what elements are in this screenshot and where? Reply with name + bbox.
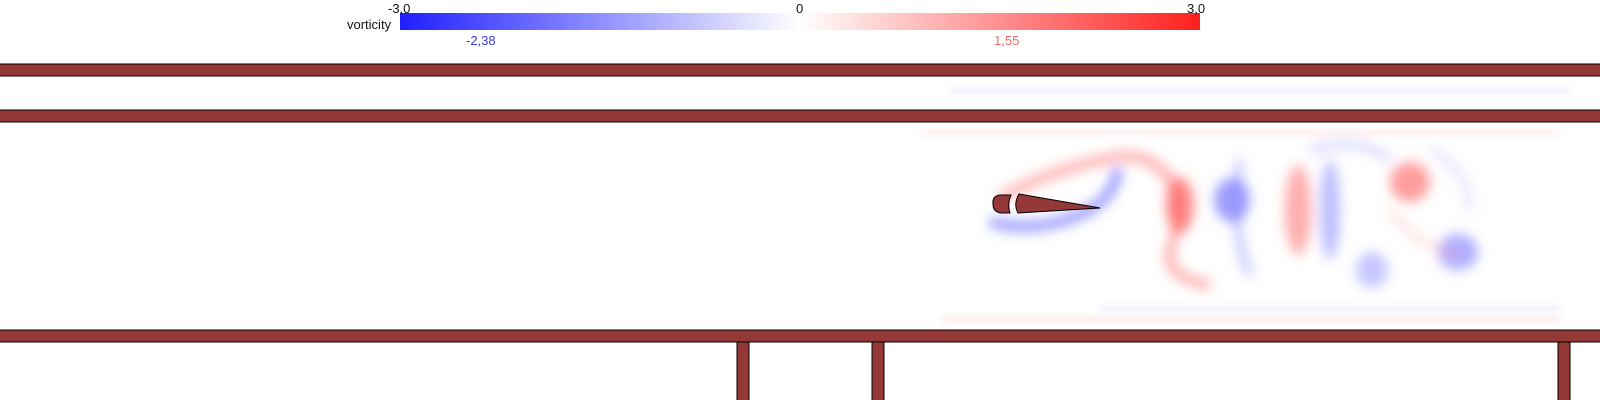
bottom-wall xyxy=(0,329,1600,343)
colorbar-mid-label: 0 xyxy=(796,1,804,16)
foil-leading-edge xyxy=(992,194,1012,214)
support-post-2 xyxy=(871,341,885,400)
vorticity-max-readout: 1,55 xyxy=(994,33,1020,48)
colorbar-max-label: 3,0 xyxy=(1187,1,1206,16)
vorticity-field-canvas[interactable] xyxy=(0,0,1600,400)
colorbar-title: vorticity xyxy=(347,17,392,32)
vorticity-min-readout: -2,38 xyxy=(466,33,496,48)
vortex-wake xyxy=(988,140,1478,290)
support-post-1 xyxy=(736,341,750,400)
simulation-viewport[interactable]: -3,0 0 3,0 vorticity -2,38 1,55 xyxy=(0,0,1600,400)
channel-walls xyxy=(0,63,1600,400)
colorbar-min-label: -3,0 xyxy=(388,1,411,16)
top-wall-upper xyxy=(0,63,1600,77)
support-post-3 xyxy=(1557,341,1571,400)
top-wall-lower xyxy=(0,109,1600,123)
